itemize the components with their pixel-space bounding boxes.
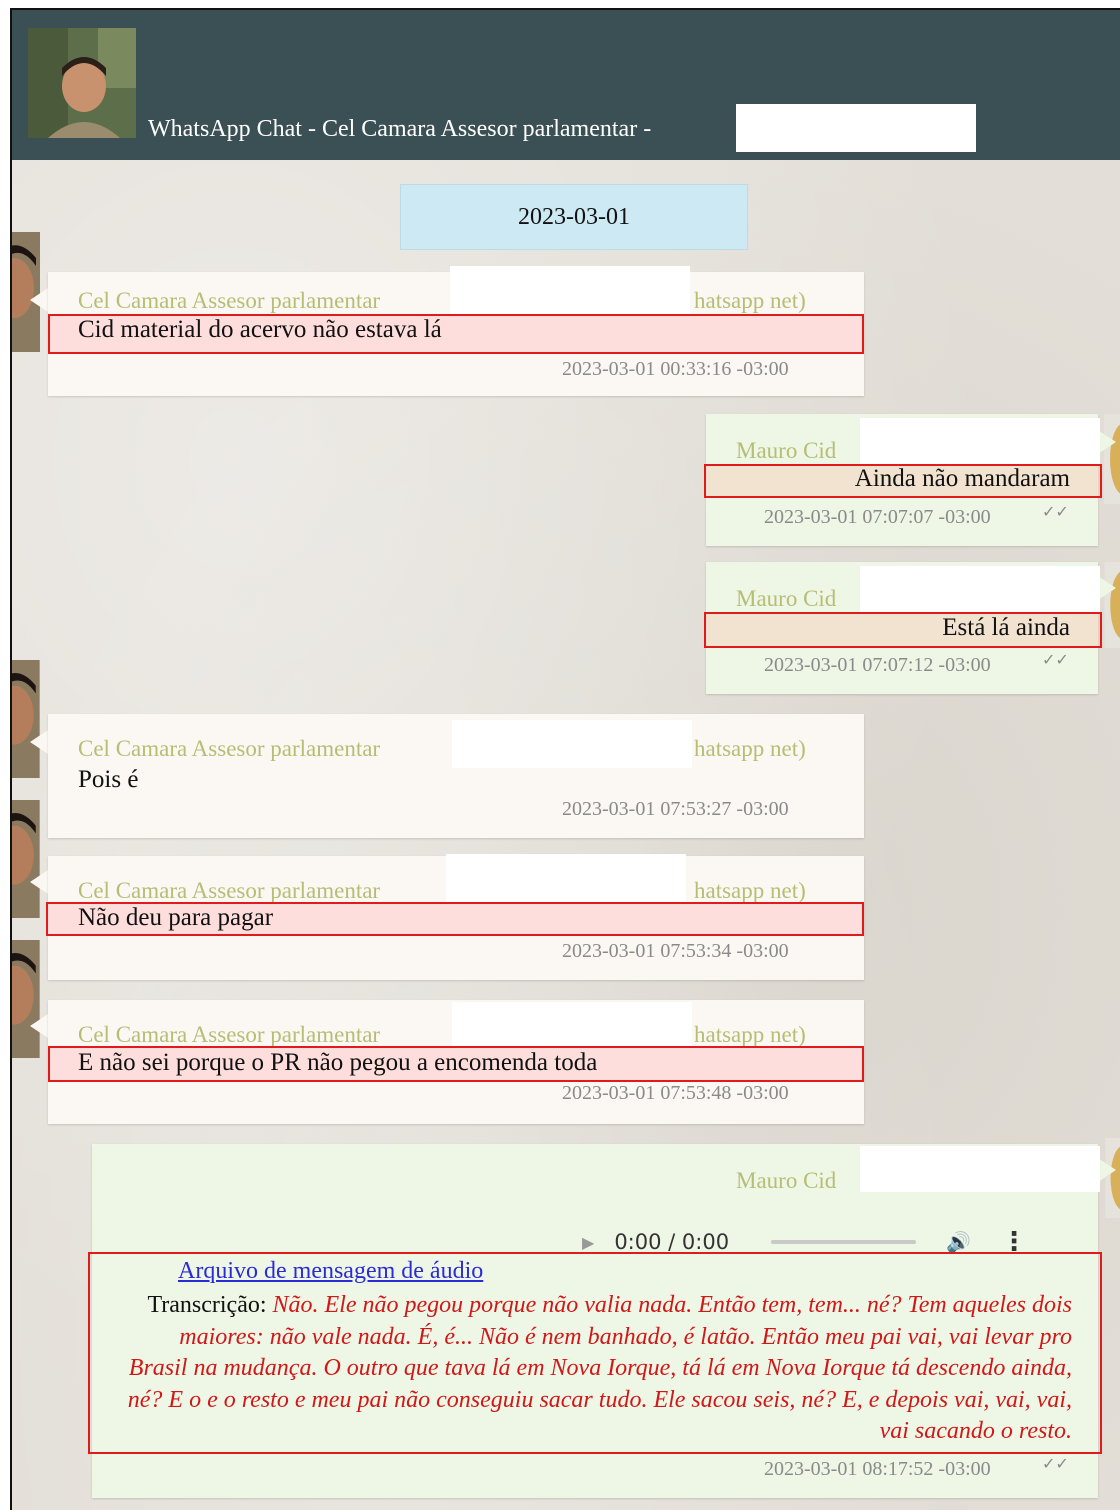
redaction-block [450,266,690,316]
redaction-block [860,418,1100,466]
sender-name: Mauro Cid [736,1168,837,1193]
bubble-tail [30,1014,48,1038]
volume-icon[interactable]: 🔊 [946,1230,971,1254]
sender-id-suffix: hatsapp net) [694,736,806,761]
audio-file-link[interactable]: Arquivo de mensagem de áudio [178,1258,483,1285]
bubble-tail [30,288,48,312]
message-timestamp: 2023-03-01 00:33:16 -03:00 [562,358,789,380]
transcription-label: Transcrição: [147,1292,267,1318]
message-text: Cid material do acervo não estava lá [78,316,442,343]
redaction-block [452,1002,692,1048]
message-bubble[interactable]: Cel Camara Assesor parlamentar hatsapp n… [48,1000,864,1124]
bubble-tail [1098,430,1116,454]
message-timestamp: 2023-03-01 07:53:27 -03:00 [562,798,789,820]
chat-window: WhatsApp Chat - Cel Camara Assesor parla… [10,8,1120,1510]
read-ticks-icon: ✓✓ [1042,504,1069,521]
audio-seek-bar[interactable] [771,1240,917,1244]
message-bubble[interactable]: Mauro Cid Ainda não mandaram 2023-03-01 … [704,414,1102,546]
sender-name: Mauro Cid [736,586,837,611]
audio-transcription: Transcrição: Não. Ele não pegou porque n… [124,1290,1072,1448]
redaction-block [452,720,692,768]
transcription-text: Não. Ele não pegou porque não valia nada… [127,1292,1072,1444]
message-text: Pois é [78,766,139,793]
sender-avatar [12,660,40,778]
chat-title: WhatsApp Chat - Cel Camara Assesor parla… [148,116,652,142]
message-timestamp: 2023-03-01 07:53:48 -03:00 [562,1082,789,1104]
play-icon[interactable]: ▶ [582,1233,594,1252]
contact-avatar[interactable] [28,28,136,138]
redaction-block [446,854,686,902]
redaction-block [736,104,976,152]
bubble-tail [30,730,48,754]
sender-avatar [12,940,40,1058]
message-text: Não deu para pagar [78,904,274,931]
message-timestamp: 2023-03-01 07:53:34 -03:00 [562,940,789,962]
message-bubble[interactable]: Cel Camara Assesor parlamentar hatsapp n… [48,714,864,838]
message-bubble[interactable]: Cel Camara Assesor parlamentar hatsapp n… [46,854,864,980]
sender-name: Cel Camara Assesor parlamentar [78,878,381,903]
message-bubble[interactable]: Mauro Cid Está lá ainda 2023-03-01 07:07… [704,562,1102,694]
read-ticks-icon: ✓✓ [1042,652,1069,669]
message-timestamp: 2023-03-01 07:07:07 -03:00 [764,506,991,528]
sender-name: Cel Camara Assesor parlamentar [78,1022,381,1047]
sender-name: Cel Camara Assesor parlamentar [78,288,381,313]
bubble-tail [1098,576,1116,600]
sender-avatar [12,800,40,918]
read-ticks-icon: ✓✓ [1042,1456,1069,1473]
message-text: E não sei porque o PR não pegou a encome… [78,1049,598,1076]
redaction-block [860,1146,1100,1192]
message-timestamp: 2023-03-01 08:17:52 -03:00 [764,1458,991,1480]
sender-id-suffix: hatsapp net) [694,288,806,313]
chat-header: WhatsApp Chat - Cel Camara Assesor parla… [12,10,1120,160]
sender-name: Mauro Cid [736,438,837,463]
audio-time: 0:00 / 0:00 [614,1230,730,1254]
message-text: Está lá ainda [942,614,1070,641]
sender-id-suffix: hatsapp net) [694,878,806,903]
message-timestamp: 2023-03-01 07:07:12 -03:00 [764,654,991,676]
bubble-tail [1098,1158,1116,1182]
message-text: Ainda não mandaram [854,465,1070,492]
date-separator: 2023-03-01 [400,184,748,250]
own-avatar [1104,562,1120,648]
bubble-tail [30,870,48,894]
message-bubble[interactable]: Cel Camara Assesor parlamentar hatsapp n… [48,266,864,396]
sender-name: Cel Camara Assesor parlamentar [78,736,381,761]
redaction-block [860,566,1100,614]
own-avatar [1104,414,1120,504]
sender-id-suffix: hatsapp net) [694,1022,806,1047]
